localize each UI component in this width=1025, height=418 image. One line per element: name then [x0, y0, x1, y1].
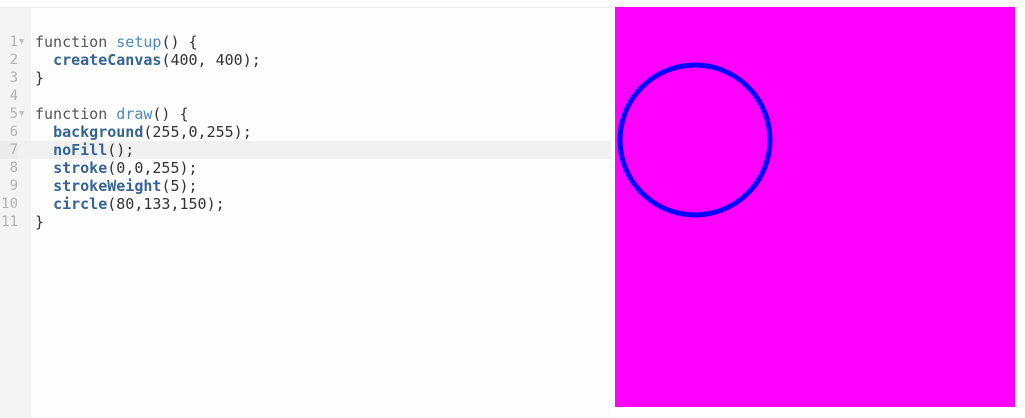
code-token: () { [152, 105, 189, 123]
code-token: (5); [161, 177, 198, 195]
line-number: 10 [1, 196, 18, 212]
function-call-token: stroke [53, 159, 108, 177]
line-number: 3 [9, 70, 18, 86]
line-number: 8 [9, 160, 18, 176]
fold-arrow-icon[interactable]: ▼ [19, 105, 30, 123]
line-number: 1 [9, 34, 18, 50]
code-token: (); [107, 141, 135, 159]
code-text: function setup() { [35, 33, 198, 51]
code-line[interactable]: 8 stroke(0,0,255); [0, 159, 611, 177]
p5-editor-window: 1 ▼ function setup() {2 createCanvas(400, … [0, 0, 1025, 418]
code-text: circle(80,133,150); [35, 195, 225, 213]
function-call-token: circle [53, 195, 108, 213]
code-text: strokeWeight(5); [35, 177, 198, 195]
code-token: (80,133,150); [107, 195, 225, 213]
code-line[interactable]: 10 circle(80,133,150); [0, 195, 611, 213]
line-number: 11 [1, 214, 18, 230]
line-number: 7 [0, 141, 18, 159]
code-line[interactable]: 1 ▼ function setup() { [0, 33, 611, 51]
code-token: (0,0,255); [107, 159, 198, 177]
code-text: stroke(0,0,255); [35, 159, 198, 177]
keyword-token: function [35, 33, 117, 51]
fold-arrow-icon[interactable]: ▼ [19, 33, 30, 51]
function-name-token: setup [116, 33, 162, 51]
code-token: } [35, 69, 45, 87]
code-line[interactable]: 11} [0, 213, 611, 231]
code-line[interactable]: 3} [0, 69, 611, 87]
line-number: 4 [9, 88, 18, 104]
code-token: } [35, 213, 45, 231]
code-text: function draw() { [35, 105, 189, 123]
code-area[interactable]: 1 ▼ function setup() {2 createCanvas(400, … [0, 33, 611, 231]
function-call-token: background [53, 123, 144, 141]
code-line[interactable]: 4 [0, 87, 611, 105]
function-call-token: noFill [53, 141, 108, 159]
code-token: (400, 400); [161, 51, 261, 69]
line-number: 5 [9, 106, 18, 122]
code-line[interactable]: 7 noFill(); [0, 141, 611, 159]
line-number: 9 [9, 178, 18, 194]
code-line[interactable]: 2 createCanvas(400, 400); [0, 51, 611, 69]
line-number: 6 [9, 124, 18, 140]
code-line[interactable]: 9 strokeWeight(5); [0, 177, 611, 195]
function-call-token: createCanvas [53, 51, 162, 69]
code-token: () { [161, 33, 198, 51]
sketch-canvas [615, 7, 1015, 407]
line-number: 2 [9, 52, 18, 68]
editor-top-strip [0, 0, 611, 8]
function-call-token: strokeWeight [53, 177, 162, 195]
code-line[interactable]: 5 ▼ function draw() { [0, 105, 611, 123]
keyword-token: function [35, 105, 117, 123]
code-text: createCanvas(400, 400); [35, 51, 261, 69]
code-token: (255,0,255); [143, 123, 252, 141]
code-text: background(255,0,255); [35, 123, 252, 141]
canvas-preview [615, 7, 1015, 407]
code-text: noFill(); [35, 141, 134, 159]
code-text: } [35, 213, 44, 231]
code-line[interactable]: 6 background(255,0,255); [0, 123, 611, 141]
code-text: } [35, 69, 44, 87]
code-editor[interactable]: 1 ▼ function setup() {2 createCanvas(400, … [0, 0, 611, 418]
function-name-token: draw [116, 105, 153, 123]
